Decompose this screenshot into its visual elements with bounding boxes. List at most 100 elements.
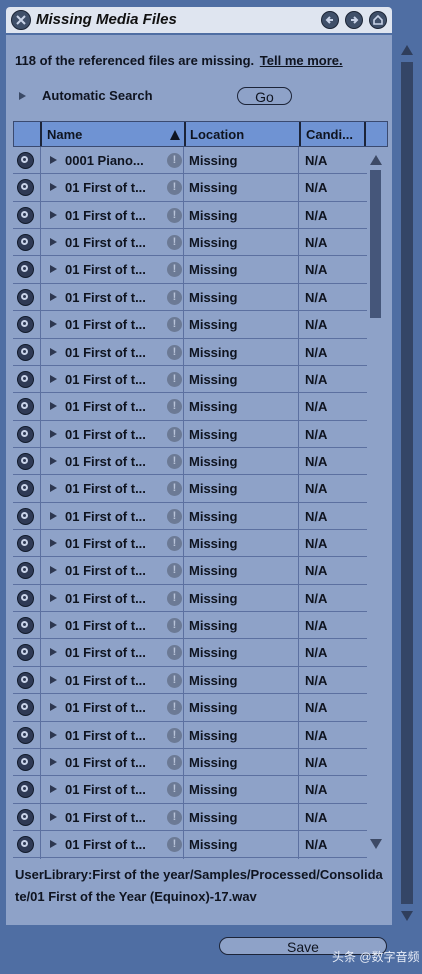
- search-file-icon[interactable]: [17, 617, 34, 635]
- expand-row-icon[interactable]: [50, 456, 57, 465]
- expand-row-icon[interactable]: [50, 675, 57, 684]
- expand-row-icon[interactable]: [50, 839, 57, 848]
- scroll-down-icon[interactable]: [401, 911, 413, 921]
- expand-row-icon[interactable]: [50, 183, 57, 192]
- expand-row-icon[interactable]: [50, 648, 57, 657]
- window-scrollbar[interactable]: [400, 35, 414, 925]
- forward-arrow-icon[interactable]: [345, 11, 363, 29]
- home-icon[interactable]: [369, 11, 387, 29]
- expand-row-icon[interactable]: [50, 593, 57, 602]
- search-file-icon[interactable]: [17, 589, 34, 607]
- table-row[interactable]: 01 First of t...! Missing N/A: [13, 612, 367, 640]
- search-file-icon[interactable]: [17, 370, 34, 388]
- missing-files-list[interactable]: 0001 Piano...! Missing N/A 01 First of t...…: [13, 147, 367, 859]
- expand-row-icon[interactable]: [50, 757, 57, 766]
- back-arrow-icon[interactable]: [321, 11, 339, 29]
- search-file-icon[interactable]: [17, 206, 34, 224]
- search-file-icon[interactable]: [17, 480, 34, 498]
- search-file-icon[interactable]: [17, 261, 34, 279]
- table-row[interactable]: 01 First of t...! Missing N/A: [13, 475, 367, 503]
- search-file-icon[interactable]: [17, 726, 34, 744]
- table-row[interactable]: 01 First of t...! Missing N/A: [13, 174, 367, 202]
- expand-row-icon[interactable]: [50, 429, 57, 438]
- table-row[interactable]: 01 First of t...! Missing N/A: [13, 256, 367, 284]
- column-header-name[interactable]: Name: [47, 127, 82, 142]
- scrollbar-thumb[interactable]: [401, 62, 413, 904]
- search-file-icon[interactable]: [17, 152, 34, 169]
- expand-row-icon[interactable]: [50, 703, 57, 712]
- search-file-icon[interactable]: [17, 179, 34, 197]
- search-file-icon[interactable]: [17, 835, 34, 853]
- table-row[interactable]: 01 First of t...! Missing N/A: [13, 393, 367, 421]
- expand-triangle-icon[interactable]: [19, 92, 26, 100]
- table-row[interactable]: 01 First of t...! Missing N/A: [13, 284, 367, 312]
- expand-row-icon[interactable]: [50, 265, 57, 274]
- table-row[interactable]: 01 First of t...! Missing N/A: [13, 339, 367, 366]
- column-header-location[interactable]: Location: [190, 127, 244, 142]
- expand-row-icon[interactable]: [50, 812, 57, 821]
- table-row[interactable]: 0001 Piano...! Missing N/A: [13, 147, 367, 175]
- sort-ascending-icon[interactable]: [170, 130, 180, 140]
- expand-row-icon[interactable]: [50, 320, 57, 329]
- expand-row-icon[interactable]: [50, 511, 57, 520]
- table-row[interactable]: 01 First of t...! Missing N/A: [13, 749, 367, 777]
- go-button[interactable]: Go: [237, 87, 292, 105]
- table-row[interactable]: 01 First of t...! Missing N/A: [13, 311, 367, 339]
- table-row[interactable]: 01 First of t...! Missing N/A: [13, 202, 367, 230]
- search-file-icon[interactable]: [17, 562, 34, 580]
- expand-row-icon[interactable]: [50, 238, 57, 247]
- tell-me-more-link[interactable]: Tell me more.: [260, 53, 343, 68]
- expand-row-icon[interactable]: [50, 374, 57, 383]
- table-row[interactable]: 01 First of t...! Missing N/A: [13, 229, 367, 257]
- search-file-icon[interactable]: [17, 535, 34, 553]
- column-separator[interactable]: [40, 122, 42, 146]
- scroll-up-icon[interactable]: [401, 45, 413, 55]
- search-file-icon[interactable]: [17, 234, 34, 252]
- expand-row-icon[interactable]: [50, 730, 57, 739]
- table-row[interactable]: 01 First of t...! Missing N/A: [13, 530, 367, 558]
- search-file-icon[interactable]: [17, 288, 34, 306]
- expand-row-icon[interactable]: [50, 566, 57, 575]
- expand-row-icon[interactable]: [50, 402, 57, 411]
- search-file-icon[interactable]: [17, 644, 34, 662]
- table-row[interactable]: 01 First of t...! Missing N/A: [13, 448, 367, 476]
- table-row[interactable]: 01 First of t...! Missing N/A: [13, 639, 367, 667]
- expand-row-icon[interactable]: [50, 539, 57, 548]
- search-file-icon[interactable]: [17, 753, 34, 771]
- column-separator[interactable]: [364, 122, 366, 146]
- column-header-candidates[interactable]: Candi...: [306, 127, 353, 142]
- table-row[interactable]: 01 First of t...! Missing N/A: [13, 366, 367, 394]
- expand-row-icon[interactable]: [50, 156, 57, 164]
- search-file-icon[interactable]: [17, 316, 34, 334]
- expand-row-icon[interactable]: [50, 621, 57, 630]
- table-row[interactable]: 01 First of t...! Missing N/A: [13, 585, 367, 613]
- table-row[interactable]: 01 First of t...! Missing N/A: [13, 804, 367, 831]
- expand-row-icon[interactable]: [50, 484, 57, 493]
- search-file-icon[interactable]: [17, 398, 34, 416]
- table-row[interactable]: 01 First of t...! Missing N/A: [13, 722, 367, 749]
- column-separator[interactable]: [184, 122, 186, 146]
- table-row[interactable]: 01 First of t...! Missing N/A: [13, 557, 367, 585]
- search-file-icon[interactable]: [17, 699, 34, 717]
- table-row[interactable]: 01 First of t...! Missing N/A: [13, 503, 367, 531]
- close-icon[interactable]: [11, 10, 31, 30]
- table-row[interactable]: 01 First of t...! Missing N/A: [13, 776, 367, 804]
- expand-row-icon[interactable]: [50, 347, 57, 356]
- list-scrollbar-thumb[interactable]: [370, 170, 381, 318]
- column-separator[interactable]: [299, 122, 301, 146]
- search-file-icon[interactable]: [17, 781, 34, 799]
- list-scroll-up-icon[interactable]: [370, 155, 382, 165]
- search-file-icon[interactable]: [17, 507, 34, 525]
- expand-row-icon[interactable]: [50, 785, 57, 794]
- list-scroll-down-icon[interactable]: [370, 839, 382, 849]
- search-file-icon[interactable]: [17, 343, 34, 361]
- search-file-icon[interactable]: [17, 808, 34, 826]
- table-row[interactable]: 01 First of t...! Missing N/A: [13, 831, 367, 859]
- expand-row-icon[interactable]: [50, 210, 57, 219]
- table-row[interactable]: 01 First of t...! Missing N/A: [13, 694, 367, 722]
- expand-row-icon[interactable]: [50, 292, 57, 301]
- search-file-icon[interactable]: [17, 671, 34, 689]
- table-row[interactable]: 01 First of t...! Missing N/A: [13, 667, 367, 695]
- search-file-icon[interactable]: [17, 425, 34, 443]
- table-row[interactable]: 01 First of t...! Missing N/A: [13, 421, 367, 448]
